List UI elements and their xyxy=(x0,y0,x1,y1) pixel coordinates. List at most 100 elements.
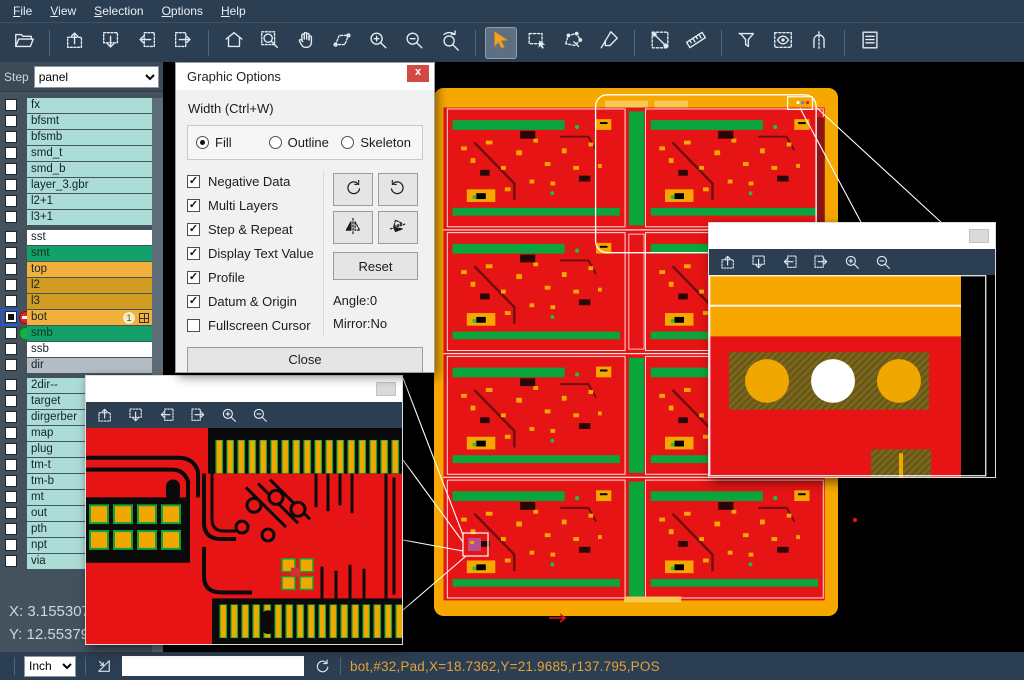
layer-label[interactable]: sst xyxy=(27,230,152,245)
folder-open-button[interactable] xyxy=(8,27,40,59)
checkbox-profile[interactable]: ✓Profile xyxy=(187,270,323,285)
layer-row-dir[interactable]: dir xyxy=(0,358,152,373)
highlight-view-button[interactable] xyxy=(767,27,799,59)
box-arrow-right-button[interactable] xyxy=(167,27,199,59)
layer-visibility-checkbox[interactable] xyxy=(5,115,17,127)
measure-distance-button[interactable] xyxy=(644,27,676,59)
layer-visibility-checkbox[interactable] xyxy=(5,459,17,471)
box-arrow-left-button[interactable] xyxy=(158,406,176,424)
home-button[interactable] xyxy=(218,27,250,59)
layer-visibility-checkbox[interactable] xyxy=(5,539,17,551)
mirror-vertical-button[interactable] xyxy=(378,211,418,244)
layer-row-smd_b[interactable]: smd_b xyxy=(0,162,152,177)
layer-visibility-checkbox[interactable] xyxy=(5,247,17,259)
box-arrow-up-button[interactable] xyxy=(719,253,737,271)
zoom-out-button[interactable] xyxy=(398,27,430,59)
zoom-out-button[interactable] xyxy=(251,406,269,424)
checkbox-box[interactable]: ✓ xyxy=(187,271,200,284)
checkbox-step-repeat[interactable]: ✓Step & Repeat xyxy=(187,222,323,237)
layer-row-bfsmt[interactable]: bfsmt xyxy=(0,114,152,129)
ruler-button[interactable] xyxy=(680,27,712,59)
box-arrow-up-button[interactable] xyxy=(59,27,91,59)
layer-row-l2[interactable]: l2 xyxy=(0,278,152,293)
layer-visibility-checkbox[interactable] xyxy=(5,147,17,159)
layer-row-l2+1[interactable]: l2+1 xyxy=(0,194,152,209)
rotate-cw-button[interactable] xyxy=(333,173,373,206)
layer-visibility-checkbox[interactable] xyxy=(5,379,17,391)
filter-button[interactable] xyxy=(731,27,763,59)
mirror-horizontal-button[interactable] xyxy=(333,211,373,244)
layer-visibility-checkbox[interactable] xyxy=(5,507,17,519)
box-arrow-down-button[interactable] xyxy=(750,253,768,271)
layer-label[interactable]: layer_3.gbr xyxy=(27,178,152,193)
layer-visibility-checkbox[interactable] xyxy=(5,231,17,243)
zoom-previous-button[interactable] xyxy=(434,27,466,59)
zoom-window-titlebar[interactable] xyxy=(86,376,402,402)
refresh-icon[interactable] xyxy=(313,657,331,675)
brush-button[interactable] xyxy=(593,27,625,59)
layer-row-smb[interactable]: smb xyxy=(0,326,152,341)
checkbox-negative-data[interactable]: ✓Negative Data xyxy=(187,174,323,189)
zoom-out-button[interactable] xyxy=(874,253,892,271)
layer-visibility-checkbox[interactable] xyxy=(5,427,17,439)
checkbox-display-text-value[interactable]: ✓Display Text Value xyxy=(187,246,323,261)
zoom-region-button[interactable] xyxy=(254,27,286,59)
layer-visibility-checkbox[interactable] xyxy=(5,395,17,407)
window-restore-button[interactable] xyxy=(969,229,989,243)
menu-options[interactable]: Options xyxy=(153,1,212,21)
close-button[interactable]: Close xyxy=(187,347,423,373)
radio-dot[interactable] xyxy=(269,136,282,149)
layer-visibility-checkbox[interactable] xyxy=(5,475,17,487)
radio-skeleton[interactable]: Skeleton xyxy=(341,135,414,150)
zoom-in-button[interactable] xyxy=(362,27,394,59)
layer-visibility-checkbox[interactable] xyxy=(5,343,17,355)
unit-select[interactable]: Inch xyxy=(24,656,76,677)
layer-label[interactable]: fx xyxy=(27,98,152,113)
checkbox-box[interactable]: ✓ xyxy=(187,247,200,260)
window-restore-button[interactable] xyxy=(376,382,396,396)
layer-row-bot[interactable]: bot1 xyxy=(0,310,152,325)
layer-visibility-checkbox[interactable] xyxy=(5,179,17,191)
zoom-window-pads[interactable] xyxy=(708,222,996,478)
layer-visibility-checkbox[interactable] xyxy=(5,295,17,307)
zoom-in-button[interactable] xyxy=(220,406,238,424)
layer-visibility-checkbox[interactable] xyxy=(5,99,17,111)
layer-row-bfsmb[interactable]: bfsmb xyxy=(0,130,152,145)
rotate-ccw-button[interactable] xyxy=(378,173,418,206)
layer-label[interactable]: bfsmt xyxy=(27,114,152,129)
layer-row-sst[interactable]: sst xyxy=(0,230,152,245)
layer-label[interactable]: top xyxy=(27,262,152,277)
layer-visibility-checkbox[interactable] xyxy=(5,491,17,503)
command-input[interactable] xyxy=(122,656,304,676)
zoom-window-viewport[interactable] xyxy=(709,275,995,477)
zoom-window-viewport[interactable] xyxy=(86,428,402,644)
layer-visibility-checkbox[interactable] xyxy=(5,131,17,143)
checkbox-datum-origin[interactable]: ✓Datum & Origin xyxy=(187,294,323,309)
box-arrow-right-button[interactable] xyxy=(812,253,830,271)
dialog-titlebar[interactable]: Graphic Options x xyxy=(176,63,434,90)
select-cursor-button[interactable] xyxy=(485,27,517,59)
layer-visibility-checkbox[interactable] xyxy=(5,263,17,275)
rect-select-button[interactable] xyxy=(521,27,553,59)
box-arrow-down-button[interactable] xyxy=(127,406,145,424)
layer-label[interactable]: l3+1 xyxy=(27,210,152,225)
checkbox-box[interactable]: ✓ xyxy=(187,175,200,188)
layer-visibility-checkbox[interactable] xyxy=(5,327,17,339)
layer-visibility-checkbox[interactable] xyxy=(5,195,17,207)
menu-view[interactable]: View xyxy=(41,1,85,21)
corner-angle-icon[interactable] xyxy=(95,657,113,675)
box-arrow-down-button[interactable] xyxy=(95,27,127,59)
checkbox-fullscreen-cursor[interactable]: Fullscreen Cursor xyxy=(187,318,323,333)
step-repeat-grid-icon[interactable] xyxy=(139,313,149,323)
layer-label[interactable]: bfsmb xyxy=(27,130,152,145)
move-vertex-button[interactable] xyxy=(326,27,358,59)
menu-selection[interactable]: Selection xyxy=(85,1,152,21)
net-trace-button[interactable] xyxy=(803,27,835,59)
radio-dot[interactable] xyxy=(196,136,209,149)
pan-hand-button[interactable] xyxy=(290,27,322,59)
layer-row-layer_3.gbr[interactable]: layer_3.gbr xyxy=(0,178,152,193)
radio-outline[interactable]: Outline xyxy=(269,135,342,150)
layer-visibility-checkbox[interactable] xyxy=(5,163,17,175)
checkbox-box[interactable]: ✓ xyxy=(187,295,200,308)
layer-label[interactable]: l2+1 xyxy=(27,194,152,209)
